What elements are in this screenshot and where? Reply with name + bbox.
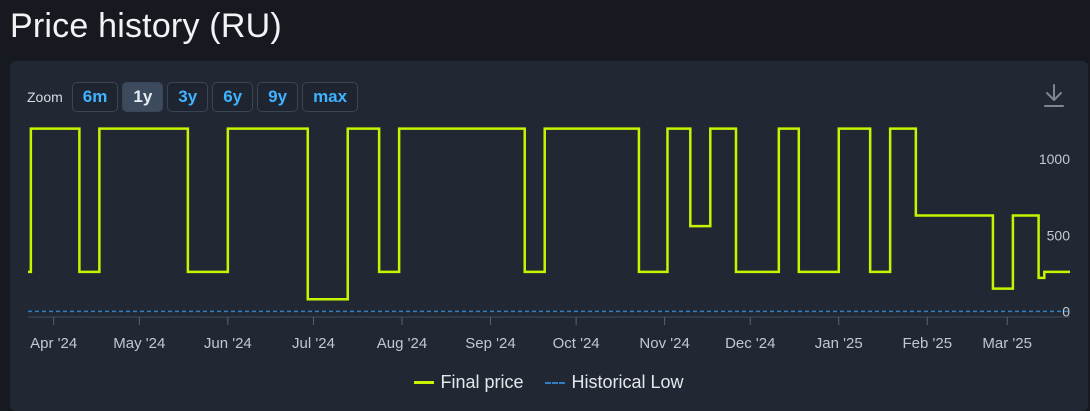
- chart-panel: Zoom 6m 1y 3y 6y 9y max Apr '24 May '24 Ju…: [10, 61, 1088, 411]
- x-tick-label: Nov '24: [639, 335, 689, 352]
- legend-label-final-price: Final price: [440, 372, 524, 392]
- legend: Final price Historical Low: [10, 372, 1088, 393]
- y-tick-label: 500: [1047, 227, 1071, 243]
- x-tick-label: Aug '24: [377, 335, 427, 352]
- x-tick-label: Jun '24: [204, 335, 252, 352]
- x-tick-label: Jan '25: [815, 335, 863, 352]
- price-chart: Apr '24 May '24 Jun '24 Jul '24 Aug '24 Sep '…: [28, 127, 1070, 352]
- series-final-price-line: [28, 127, 1070, 301]
- series-layer: [28, 127, 1070, 313]
- x-tick-label: Sep '24: [465, 335, 515, 352]
- y-tick-label: 1000: [1039, 151, 1070, 167]
- legend-label-historical-low: Historical Low: [571, 372, 684, 392]
- x-tick-label: Mar '25: [982, 335, 1032, 352]
- x-tick-label: Apr '24: [30, 335, 77, 352]
- legend-item-historical-low[interactable]: Historical Low: [545, 372, 684, 393]
- x-tick-label: Jul '24: [292, 335, 335, 352]
- x-tick-label: Feb '25: [902, 335, 952, 352]
- historical-low-swatch: [545, 381, 566, 384]
- page-title: Price history (RU): [10, 7, 282, 45]
- y-axis: 05001000: [1039, 151, 1070, 319]
- x-axis: Apr '24 May '24 Jun '24 Jul '24 Aug '24 Sep '…: [28, 316, 1070, 352]
- x-tick-label: May '24: [113, 335, 165, 352]
- legend-item-final-price[interactable]: Final price: [414, 372, 523, 393]
- final-price-swatch: [414, 381, 435, 384]
- x-tick-label: Dec '24: [725, 335, 775, 352]
- x-tick-label: Oct '24: [553, 335, 600, 352]
